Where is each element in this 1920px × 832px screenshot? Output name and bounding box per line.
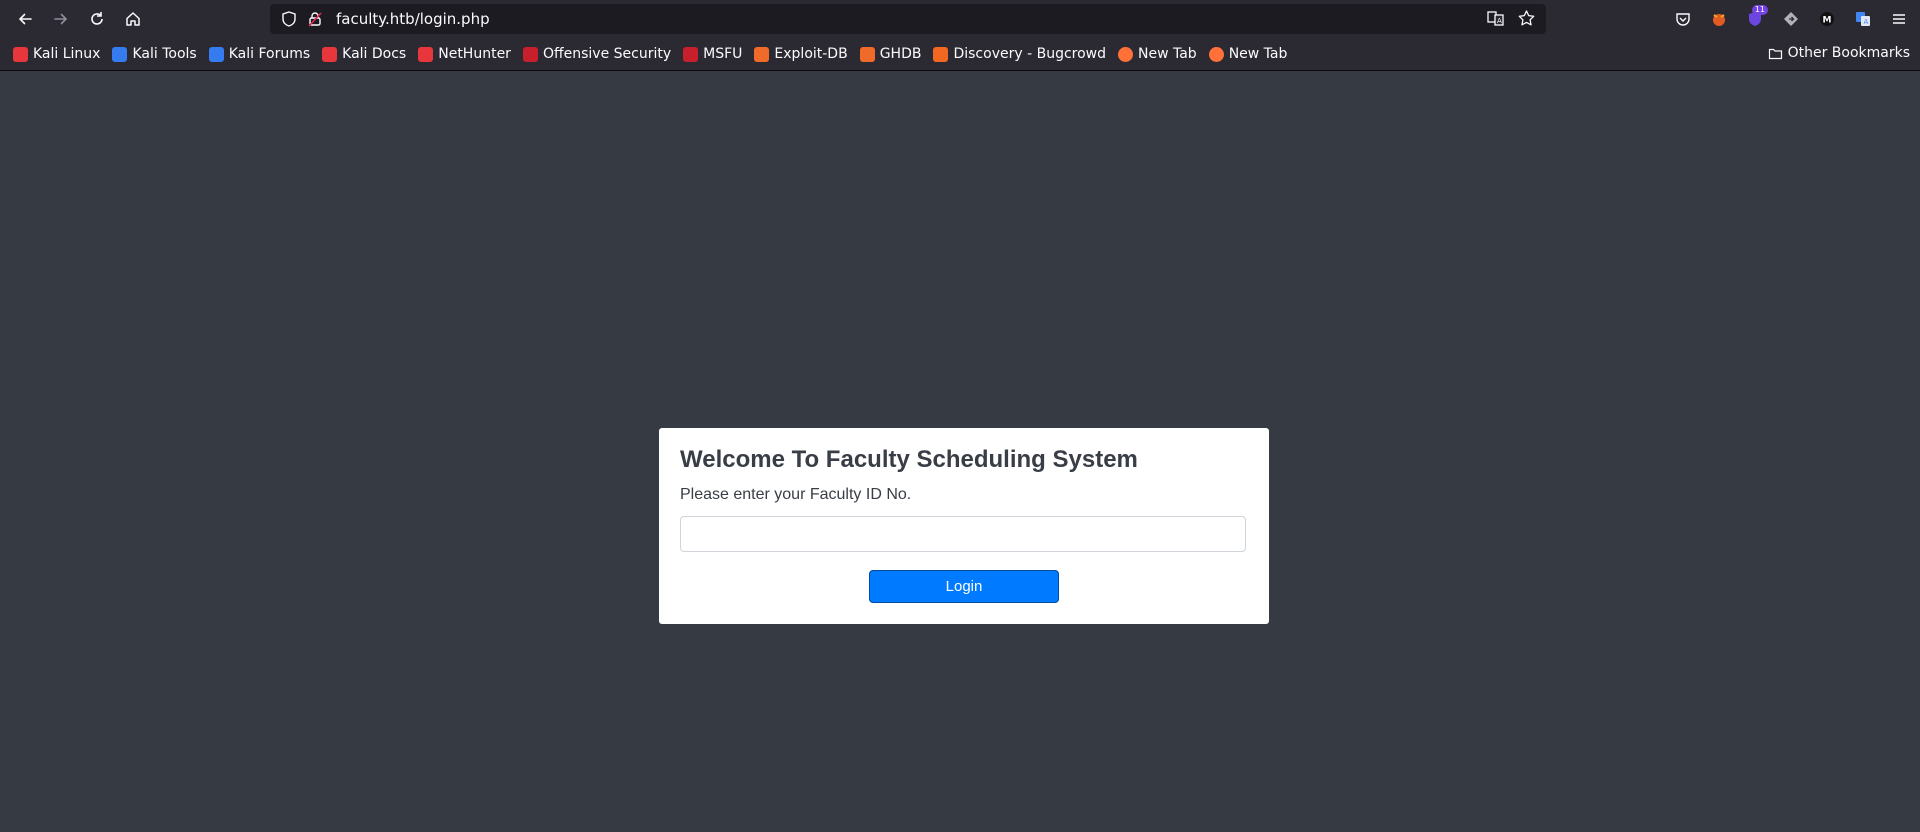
bookmark-item[interactable]: Kali Linux bbox=[13, 46, 100, 62]
home-icon bbox=[126, 12, 140, 26]
browser-toolbar: faculty.htb/login.php A 11 M A bbox=[0, 0, 1920, 38]
bookmark-item[interactable]: New Tab bbox=[1208, 46, 1288, 62]
bookmark-label: New Tab bbox=[1228, 46, 1288, 62]
reload-button[interactable] bbox=[80, 3, 114, 35]
home-button[interactable] bbox=[116, 3, 150, 35]
menu-button[interactable] bbox=[1886, 4, 1912, 34]
offsec-icon bbox=[522, 46, 538, 62]
star-icon[interactable] bbox=[1517, 9, 1536, 28]
reload-icon bbox=[91, 12, 103, 25]
bookmark-item[interactable]: Kali Forums bbox=[208, 46, 311, 62]
pocket-icon bbox=[1676, 13, 1690, 26]
exploitdb-icon bbox=[754, 46, 770, 62]
back-button[interactable] bbox=[8, 3, 42, 35]
hamburger-menu-icon bbox=[1893, 14, 1905, 24]
foxyproxy-icon bbox=[1713, 14, 1725, 26]
arrow-left-icon bbox=[18, 13, 32, 25]
ublock-button[interactable]: 11 bbox=[1742, 4, 1768, 34]
bookmarks-toolbar: Kali Linux Kali Tools Kali Forums Kali Docs… bbox=[0, 38, 1920, 71]
translate-extension-button[interactable]: A bbox=[1850, 4, 1876, 34]
other-bookmarks[interactable]: Other Bookmarks bbox=[1768, 45, 1910, 61]
shield-icon[interactable] bbox=[280, 10, 298, 28]
bookmark-label: Kali Forums bbox=[228, 46, 311, 62]
bookmark-item[interactable]: Offensive Security bbox=[522, 46, 672, 62]
bugcrowd-icon bbox=[933, 46, 949, 62]
kali-icon bbox=[13, 46, 28, 62]
bookmark-item[interactable]: Kali Tools bbox=[112, 46, 197, 62]
diamond-arrow-icon bbox=[1784, 12, 1798, 26]
firefox-icon bbox=[1208, 46, 1224, 62]
bookmark-item[interactable]: Kali Docs bbox=[322, 46, 406, 62]
bookmark-item[interactable]: New Tab bbox=[1118, 46, 1197, 62]
firefox-icon bbox=[1118, 46, 1133, 62]
bookmark-item[interactable]: GHDB bbox=[859, 46, 922, 62]
folder-icon bbox=[1768, 48, 1782, 59]
bookmark-label: Offensive Security bbox=[542, 46, 672, 62]
translate-extension-icon: A bbox=[1856, 12, 1870, 26]
bookmark-label: Kali Linux bbox=[33, 46, 101, 62]
extensions: 11 M A bbox=[1670, 4, 1912, 34]
bookmark-label: Kali Docs bbox=[342, 46, 407, 62]
msfu-icon bbox=[683, 46, 699, 62]
login-card: Welcome To Faculty Scheduling System Ple… bbox=[659, 428, 1269, 624]
bookmark-item[interactable]: Discovery - Bugcrowd bbox=[933, 46, 1106, 62]
svg-text:A: A bbox=[1497, 17, 1502, 25]
bookmark-label: New Tab bbox=[1138, 46, 1197, 62]
forward-button[interactable] bbox=[44, 3, 78, 35]
kali-docs-icon bbox=[322, 46, 338, 62]
bookmark-item[interactable]: Exploit-DB bbox=[754, 46, 848, 62]
faculty-id-input[interactable] bbox=[680, 516, 1246, 552]
svg-text:M: M bbox=[1823, 16, 1832, 26]
url-text[interactable]: faculty.htb/login.php bbox=[336, 10, 490, 28]
extension-badge: 11 bbox=[1751, 5, 1768, 15]
extension-button[interactable] bbox=[1778, 4, 1804, 34]
url-bar[interactable]: faculty.htb/login.php A bbox=[270, 4, 1546, 34]
wappalyzer-button[interactable]: M bbox=[1814, 4, 1840, 34]
svg-text:A: A bbox=[1864, 18, 1869, 26]
arrow-right-icon bbox=[54, 13, 68, 25]
bookmark-label: Discovery - Bugcrowd bbox=[953, 46, 1106, 62]
faculty-id-label: Please enter your Faculty ID No. bbox=[680, 486, 912, 503]
nethunter-icon bbox=[418, 46, 434, 62]
bookmark-item[interactable]: NetHunter bbox=[418, 46, 511, 62]
bookmark-label: NetHunter bbox=[438, 46, 511, 62]
kali-tools-icon bbox=[112, 46, 128, 62]
nav-buttons bbox=[8, 3, 150, 35]
pocket-button[interactable] bbox=[1670, 4, 1696, 34]
ghdb-icon bbox=[859, 46, 875, 62]
bookmark-label: MSFU bbox=[703, 46, 743, 62]
bookmark-label: Exploit-DB bbox=[774, 46, 848, 62]
insecure-lock-icon[interactable] bbox=[306, 10, 324, 28]
circle-m-icon: M bbox=[1820, 12, 1834, 26]
login-button[interactable]: Login bbox=[869, 570, 1059, 603]
bookmark-label: GHDB bbox=[879, 46, 922, 62]
bookmark-item[interactable]: MSFU bbox=[683, 46, 742, 62]
bookmark-label: Kali Tools bbox=[132, 46, 197, 62]
other-bookmarks-label: Other Bookmarks bbox=[1787, 45, 1910, 61]
foxyproxy-button[interactable] bbox=[1706, 4, 1732, 34]
kali-forums-icon bbox=[208, 46, 224, 62]
translate-icon[interactable]: A bbox=[1486, 9, 1505, 28]
page-content: Welcome To Faculty Scheduling System Ple… bbox=[2, 71, 1920, 832]
login-title: Welcome To Faculty Scheduling System bbox=[680, 446, 1138, 473]
